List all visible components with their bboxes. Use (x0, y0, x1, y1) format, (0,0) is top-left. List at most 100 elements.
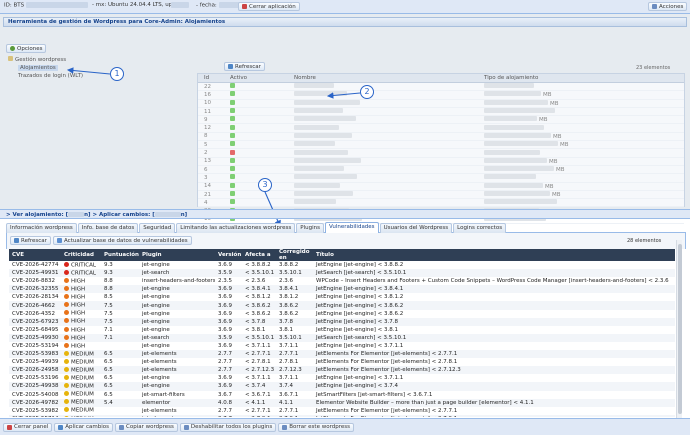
vuln-row[interactable]: CVE-2025-67923 HIGH 7.5 jet-engine 3.6.9 < 3.… (9, 317, 675, 326)
tab-vulnerabilidades[interactable]: Vulnerabilidades (324, 222, 379, 233)
aplicar-cambios-button[interactable]: Aplicar cambios (54, 422, 114, 432)
bottom-toolbar: Cerrar panel Aplicar cambios Copiar word… (0, 418, 690, 435)
borrar-wordpress-button[interactable]: Borrar este wordpress (278, 422, 354, 432)
vuln-table-wrap: CVE Criticidad Puntuación Plugin Versión Afec… (9, 249, 675, 417)
vuln-row[interactable]: CVE-2025-49931 CRITICAL 9.3 jet-search 3.5.9… (9, 269, 675, 278)
titulo-cell: Elementor Website Builder – more than ju… (313, 398, 675, 407)
col-header[interactable]: Afecta a (242, 249, 276, 261)
corregido-cell: 3.5.10.1 (276, 269, 313, 278)
col-header[interactable]: Criticidad (61, 249, 101, 261)
severity-label: MEDIUM (71, 375, 94, 382)
criticidad-cell: HIGH (61, 317, 101, 326)
corregido-cell: 2.7.8.1 (279, 359, 299, 366)
severity-label: HIGH (71, 327, 86, 334)
puntuacion-cell (101, 407, 139, 415)
col-header[interactable]: Plugin (139, 249, 215, 261)
vuln-row[interactable]: CVE-2025-53196 MEDIUM 6.5 jet-engine 3.6.9 < … (9, 374, 675, 382)
criticidad-cell: HIGH (61, 310, 101, 318)
deshabilitar-plugins-button[interactable]: Deshabilitar todos los plugins (179, 422, 277, 432)
vuln-row[interactable]: CVE-2025-49939 MEDIUM 6.5 jet-elements 2.7.7… (9, 358, 675, 366)
vuln-row[interactable]: CVE-2025-49930 HIGH 7.1 jet-search 3.5.9 < 3.… (9, 333, 675, 342)
plugin-cell: jet-engine (139, 317, 215, 326)
refresh-icon (14, 238, 19, 243)
corregido-cell: 3.8.1 (279, 326, 293, 333)
corregido-cell: 3.7.1.1 (279, 375, 299, 382)
version-cell: 3.6.9 (215, 382, 242, 391)
plugin-cell: jet-search (139, 333, 215, 342)
severity-label: MEDIUM (71, 359, 94, 366)
severity-dot-icon (64, 358, 69, 364)
col-header[interactable]: Corregido en (276, 249, 313, 261)
tab-info-base-de-datos[interactable]: Info. base de datos (77, 223, 139, 233)
plugin-cell: jet-engine (142, 342, 170, 349)
cerrar-panel-button[interactable]: Cerrar panel (3, 422, 53, 432)
severity-dot-icon (64, 326, 69, 332)
cve-cell: CVE-2026-28134 (12, 294, 59, 301)
titulo-cell: JetEngine [jet-engine] < 3.8.8.2 (316, 262, 404, 269)
refrescar-vuln-button[interactable]: Refrescar (10, 236, 51, 245)
cve-cell: CVE-2026-49782 (9, 398, 61, 407)
puntuacion-cell (101, 414, 139, 417)
criticidad-cell: MEDIUM (61, 407, 101, 415)
criticidad-cell: MEDIUM (61, 358, 101, 366)
vuln-row[interactable]: CVE-2025-53194 HIGH jet-engine 3.6.9 < 3.7.1… (9, 342, 675, 350)
tab-informaci-n-wordpress[interactable]: Información wordpress (6, 223, 77, 233)
afecta-cell: < 2.7.12.3 (242, 366, 276, 375)
vuln-row[interactable]: CVE-2025-53982 MEDIUM jet-elements 2.7.7 < 2… (9, 407, 675, 415)
afecta-cell: < 3.6.7.1 (245, 391, 271, 398)
col-header[interactable]: Puntuación (101, 249, 139, 261)
vuln-row[interactable]: CVE-2026-4352 HIGH 7.5 jet-engine 3.6.9 < 3.8… (9, 310, 675, 318)
vuln-row[interactable]: CVE-2025-53983 MEDIUM 6.5 jet-elements 2.7.7… (9, 350, 675, 359)
puntuacion-cell: 5.4 (101, 398, 139, 407)
plugin-cell: elementor (139, 398, 215, 407)
severity-label: HIGH (71, 302, 86, 309)
copiar-wordpress-button[interactable]: Copiar wordpress (115, 422, 178, 432)
tab-limitando-las-actualizaciones-wordpress[interactable]: Limitando las actualizaciones wordpress (176, 223, 296, 233)
version-cell: 3.6.9 (218, 310, 232, 317)
vuln-row[interactable]: CVE-2026-24958 MEDIUM 6.5 jet-elements 2.7.7… (9, 366, 675, 375)
severity-dot-icon (64, 391, 69, 397)
tab-logins-correctos[interactable]: Logins correctos (453, 223, 507, 233)
version-cell: 3.6.9 (215, 317, 242, 326)
vuln-scrollbar[interactable] (676, 240, 682, 418)
vuln-row[interactable]: CVE-2025-55714 MEDIUM jet-elements2.7.7< 2… (9, 414, 675, 417)
vuln-table: CVE Criticidad Puntuación Plugin Versión Afec… (9, 249, 675, 417)
version-cell: 3.6.9 (215, 285, 242, 294)
corregido-cell: 3.8.6.2 (279, 310, 299, 317)
copy-icon (119, 424, 125, 430)
puntuacion-cell: 9.3 (104, 262, 113, 269)
col-header[interactable]: Versión (215, 249, 242, 261)
puntuacion-cell: 6.5 (101, 382, 139, 391)
criticidad-cell: HIGH (61, 301, 101, 310)
col-header[interactable]: Título (313, 249, 675, 261)
version-cell: 4.0.8 (215, 398, 242, 407)
cve-cell: CVE-2026-4352 (12, 310, 56, 317)
severity-dot-icon (64, 367, 69, 373)
vuln-row[interactable]: CVE-2026-49782 MEDIUM 5.4 elementor 4.0.8 < 4… (9, 398, 675, 407)
cve-cell: CVE-2025-53982 (12, 407, 59, 414)
tab-plugins[interactable]: Plugins (296, 223, 324, 233)
col-header[interactable]: CVE (9, 249, 61, 261)
tab-seguridad[interactable]: Seguridad (139, 223, 176, 233)
vuln-row[interactable]: CVE-2026-4662 HIGH 7.5 jet-engine 3.6.9 < 3.8… (9, 301, 675, 310)
severity-label: MEDIUM (71, 399, 94, 406)
actualizar-db-button[interactable]: Actualizar base de datos de vulnerabilid… (53, 236, 192, 245)
titulo-cell: JetElements For Elementor [jet-elements]… (316, 359, 458, 366)
afecta-cell: < 3.5.10.1 (242, 269, 276, 278)
puntuacion-cell: 8.5 (104, 294, 113, 301)
vuln-row[interactable]: CVE-2025-68495 HIGH 7.1 jet-engine 3.6.9 < 3.… (9, 326, 675, 334)
vuln-row[interactable]: CVE-2026-42774 CRITICAL 9.3 jet-engine 3.6.9… (9, 261, 675, 269)
criticidad-cell: MEDIUM (61, 382, 101, 391)
vuln-row[interactable]: CVE-2025-54008 MEDIUM 6.5 jet-smart-filters… (9, 391, 675, 399)
vuln-row[interactable]: CVE-2026-28134 HIGH 8.5 jet-engine 3.6.9 < 3.… (9, 293, 675, 301)
criticidad-cell: MEDIUM (61, 391, 101, 399)
severity-label: MEDIUM (71, 367, 94, 374)
tab-usuarios-del-wordpress[interactable]: Usuarios del Wordpress (379, 223, 453, 233)
vuln-row[interactable]: CVE-2026-8832 HIGH 8.8 insert-headers-and-f… (9, 277, 675, 285)
cve-cell: CVE-2026-24958 (9, 366, 61, 375)
titulo-cell: JetElements For Elementor [jet-elements]… (313, 366, 675, 375)
vuln-row[interactable]: CVE-2026-32355 HIGH 8.8 jet-engine 3.6.9 < 3.… (9, 285, 675, 294)
criticidad-cell: MEDIUM (61, 366, 101, 375)
vuln-row[interactable]: CVE-2025-49938 MEDIUM 6.5 jet-engine 3.6.9 < … (9, 382, 675, 391)
puntuacion-cell: 6.5 (101, 366, 139, 375)
